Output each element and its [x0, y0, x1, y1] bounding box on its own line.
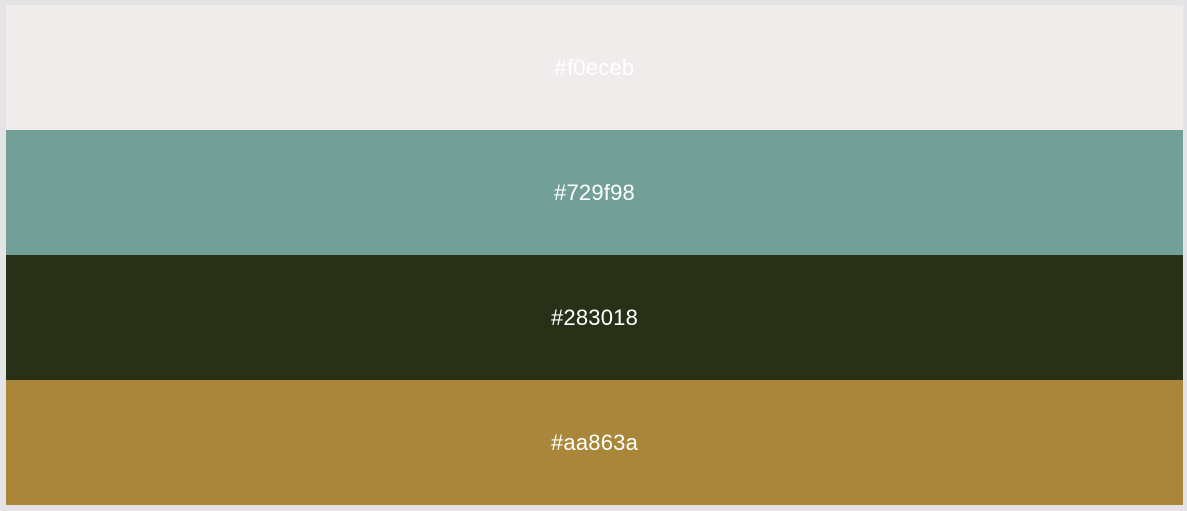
color-palette: #f0eceb #729f98 #283018 #aa863a	[6, 5, 1183, 505]
swatch-hex-label: #aa863a	[550, 429, 639, 455]
color-swatch-729f98[interactable]: #729f98	[6, 130, 1183, 255]
swatch-hex-label: #729f98	[554, 179, 635, 205]
color-swatch-283018[interactable]: #283018	[6, 255, 1183, 380]
swatch-hex-label: #f0eceb	[554, 54, 635, 80]
swatch-hex-label: #283018	[550, 304, 639, 330]
color-swatch-aa863a[interactable]: #aa863a	[6, 380, 1183, 505]
color-swatch-f0eceb[interactable]: #f0eceb	[6, 5, 1183, 130]
